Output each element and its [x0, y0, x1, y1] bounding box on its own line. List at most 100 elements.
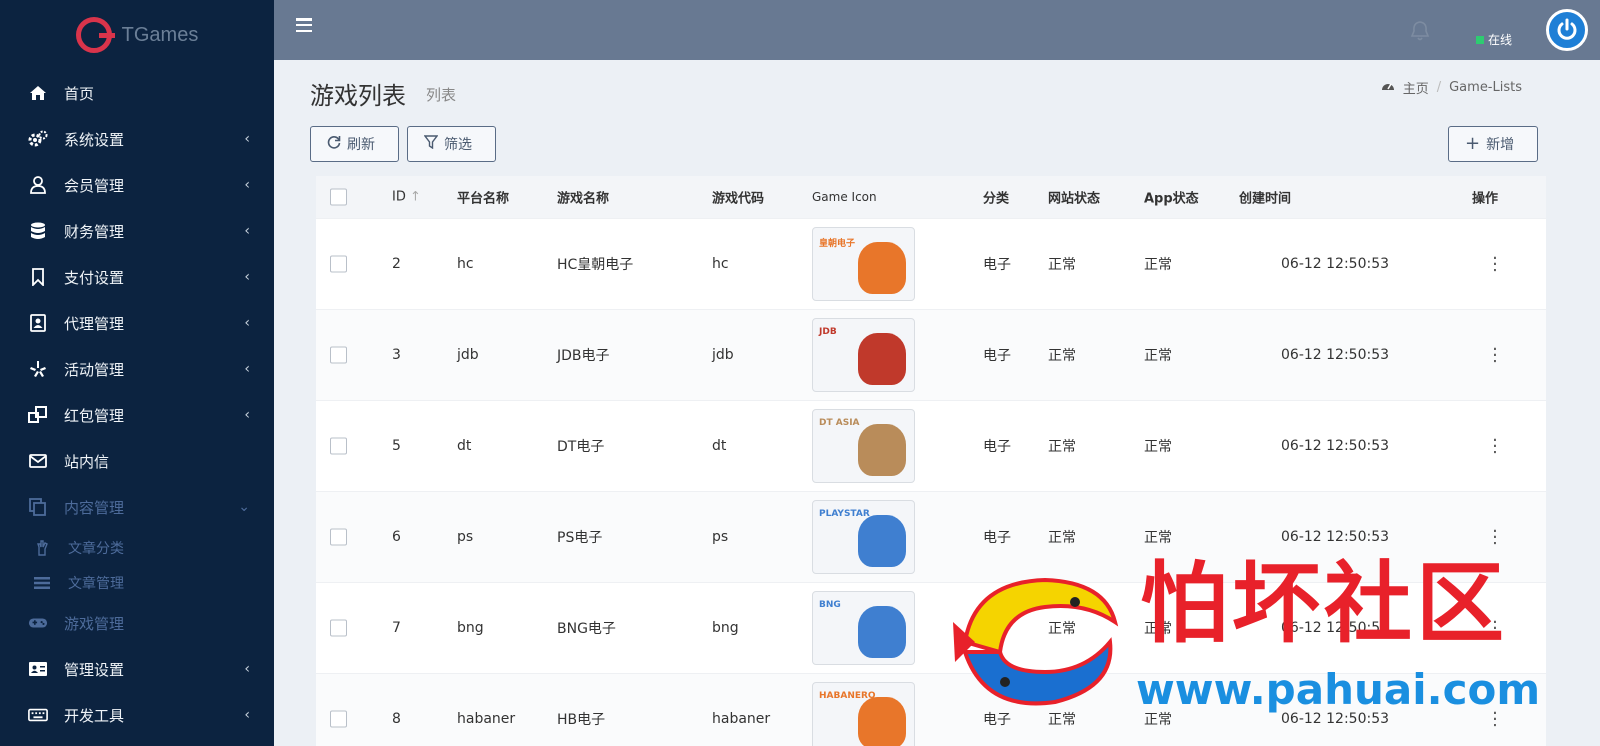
chevron-down-icon: ⌄ — [238, 499, 250, 515]
cell-game-code: jdb — [712, 347, 734, 363]
sidebar-item-members[interactable]: 会员管理 ‹ — [0, 162, 274, 208]
cell-web-status: 正常 — [1048, 257, 1076, 273]
game-character-icon — [858, 697, 906, 746]
cell-game-name: JDB电子 — [557, 348, 610, 364]
cell-category: 电子 — [983, 348, 1011, 364]
sidebar-item-agents[interactable]: 代理管理 ‹ — [0, 300, 274, 346]
column-header-id[interactable]: ID ↑ — [392, 190, 421, 205]
game-icon-image: 皇朝电子 — [812, 227, 915, 301]
breadcrumb: 主页 / Game-Lists — [1381, 78, 1522, 97]
online-status: 在线 — [1475, 31, 1512, 48]
user-avatar[interactable] — [1546, 9, 1588, 51]
refresh-button[interactable]: 刷新 — [310, 126, 399, 162]
row-checkbox[interactable] — [330, 619, 347, 637]
table-header: ID ↑ 平台名称 游戏名称 游戏代码 Game Icon 分类 网站状态 Ap… — [316, 176, 1546, 218]
game-character-icon — [858, 515, 906, 567]
sidebar-item-label: 会员管理 — [64, 176, 125, 195]
sidebar-menu: 首页 系统设置 ‹ 会员管理 ‹ 财务管理 ‹ 支付设置 ‹ 代理管理 ‹ 活动… — [0, 70, 274, 738]
column-header-app-status: App状态 — [1144, 191, 1199, 207]
sidebar-item-label: 游戏管理 — [64, 614, 125, 633]
add-button[interactable]: + 新增 — [1448, 126, 1538, 162]
chevron-left-icon: ‹ — [244, 407, 250, 423]
cell-created: 06-12 12:50:53 — [1281, 347, 1390, 363]
sidebar-subitem-articles[interactable]: 文章管理 — [0, 565, 274, 600]
game-character-icon — [858, 424, 906, 476]
object-group-icon — [28, 405, 48, 425]
brand-name: TGames — [121, 23, 199, 46]
filter-button[interactable]: 筛选 — [407, 126, 496, 162]
yelp-icon — [28, 359, 48, 379]
column-header-created: 创建时间 — [1239, 191, 1292, 207]
cell-app-status: 正常 — [1144, 530, 1172, 546]
game-icon-image: DT ASIA — [812, 409, 915, 483]
sidebar-item-payment[interactable]: 支付设置 ‹ — [0, 254, 274, 300]
game-icon-label: BNG — [819, 600, 841, 610]
envelope-icon — [28, 451, 48, 471]
row-checkbox[interactable] — [330, 710, 347, 728]
game-icon-image: BNG — [812, 591, 915, 665]
brand-logo[interactable]: TGames — [0, 0, 274, 70]
row-checkbox[interactable] — [330, 437, 347, 455]
game-character-icon — [858, 333, 906, 385]
sidebar-item-games[interactable]: 游戏管理 — [0, 600, 274, 646]
cell-game-name: PS电子 — [557, 530, 603, 546]
chevron-left-icon: ‹ — [244, 131, 250, 147]
games-table: ID ↑ 平台名称 游戏名称 游戏代码 Game Icon 分类 网站状态 Ap… — [316, 176, 1546, 746]
bell-icon[interactable] — [1410, 20, 1430, 46]
sidebar-item-system-settings[interactable]: 系统设置 ‹ — [0, 116, 274, 162]
game-icon-image: HABANERO — [812, 682, 915, 746]
watermark-fish-logo — [945, 562, 1125, 722]
cell-platform: dt — [457, 438, 472, 454]
cell-id: 3 — [392, 347, 401, 363]
row-actions-menu-icon[interactable]: ⋮ — [1486, 436, 1504, 457]
row-checkbox[interactable] — [330, 528, 347, 546]
sidebar: TGames 首页 系统设置 ‹ 会员管理 ‹ 财务管理 ‹ 支付设置 ‹ 代理… — [0, 0, 274, 746]
cell-app-status: 正常 — [1144, 439, 1172, 455]
page-title: 游戏列表 — [310, 82, 406, 110]
user-icon — [28, 175, 48, 195]
select-all-checkbox[interactable] — [330, 188, 347, 206]
sidebar-item-content[interactable]: 内容管理 ⌄ — [0, 484, 274, 530]
status-label: 在线 — [1487, 33, 1512, 47]
cell-platform: jdb — [457, 347, 479, 363]
status-dot-icon — [1475, 35, 1484, 44]
cell-web-status: 正常 — [1048, 439, 1076, 455]
cell-id: 7 — [392, 620, 401, 636]
row-actions-menu-icon[interactable]: ⋮ — [1486, 254, 1504, 275]
sidebar-item-label: 支付设置 — [64, 268, 125, 287]
sidebar-subitem-article-categories[interactable]: 文章分类 — [0, 530, 274, 565]
cell-category: 电子 — [983, 530, 1011, 546]
sidebar-item-home[interactable]: 首页 — [0, 70, 274, 116]
dashboard-icon — [1381, 80, 1395, 96]
column-header-game-name: 游戏名称 — [557, 191, 610, 207]
top-navbar: 在线 — [274, 0, 1600, 60]
refresh-label: 刷新 — [347, 137, 375, 153]
sidebar-item-messages[interactable]: 站内信 — [0, 438, 274, 484]
sidebar-item-finance[interactable]: 财务管理 ‹ — [0, 208, 274, 254]
row-actions-menu-icon[interactable]: ⋮ — [1486, 345, 1504, 366]
column-header-actions: 操作 — [1472, 191, 1499, 207]
row-checkbox[interactable] — [330, 255, 347, 273]
sidebar-item-label: 红包管理 — [64, 406, 125, 425]
cell-platform: hc — [457, 256, 474, 272]
sidebar-item-admin-settings[interactable]: 管理设置 ‹ — [0, 646, 274, 692]
sidebar-item-label: 系统设置 — [64, 130, 125, 149]
gamepad-icon — [28, 613, 48, 633]
row-actions-menu-icon[interactable]: ⋮ — [1486, 527, 1504, 548]
keyboard-icon — [28, 705, 48, 725]
id-card-icon — [28, 659, 48, 679]
sidebar-subitem-label: 文章分类 — [68, 540, 124, 557]
cell-web-status: 正常 — [1048, 348, 1076, 364]
chevron-left-icon: ‹ — [244, 661, 250, 677]
sidebar-item-red-packets[interactable]: 红包管理 ‹ — [0, 392, 274, 438]
menu-toggle-icon[interactable] — [296, 18, 312, 32]
cell-id: 2 — [392, 256, 401, 272]
watermark-url: www.pahuai.com — [1136, 665, 1541, 714]
row-checkbox[interactable] — [330, 346, 347, 364]
copy-icon — [28, 497, 48, 517]
breadcrumb-home[interactable]: 主页 — [1403, 78, 1429, 97]
add-label: 新增 — [1486, 137, 1515, 153]
sidebar-item-activities[interactable]: 活动管理 ‹ — [0, 346, 274, 392]
sidebar-item-dev-tools[interactable]: 开发工具 ‹ — [0, 692, 274, 738]
home-icon — [28, 83, 48, 103]
